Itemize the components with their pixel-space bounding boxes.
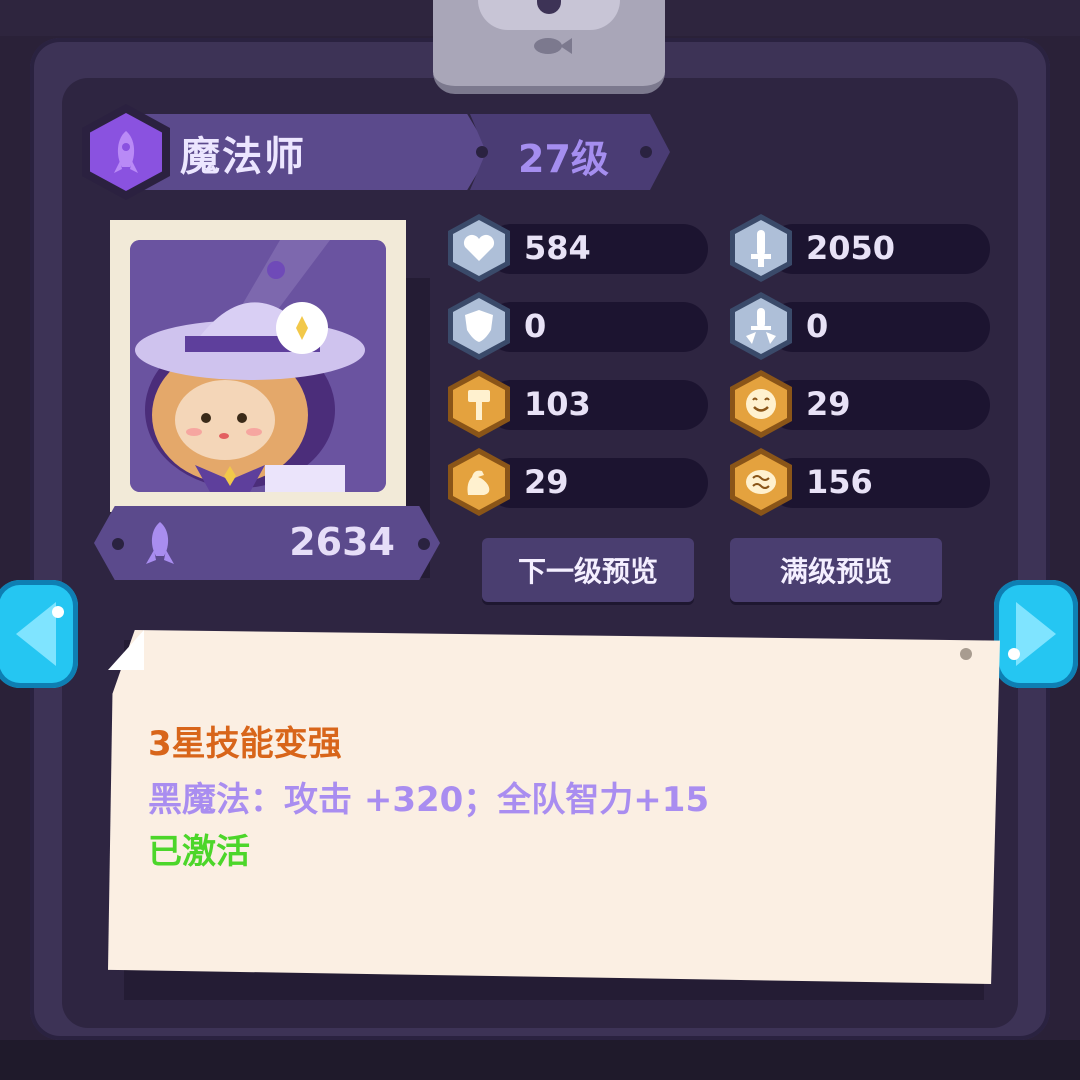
- smile-icon: [735, 376, 787, 432]
- stat-bar: [768, 458, 990, 508]
- mage-character-illustration: [130, 240, 386, 492]
- next-hero-button[interactable]: [994, 580, 1078, 688]
- stat-value: 29: [806, 385, 851, 423]
- skill-title: 3星技能变强: [148, 724, 342, 764]
- banner-dot: [112, 538, 124, 550]
- stat-bar: [486, 458, 708, 508]
- stat-bar: [486, 302, 708, 352]
- stat-value: 103: [524, 385, 591, 423]
- shield-icon: [453, 298, 505, 354]
- skill-description: 黑魔法：攻击 +320；全队智力+15: [148, 780, 710, 820]
- arrow-right-icon: [1008, 602, 1056, 666]
- banner-dot: [640, 146, 652, 158]
- banner-dot: [476, 146, 488, 158]
- stat-bar: [768, 302, 990, 352]
- stat-value: 2050: [806, 229, 896, 267]
- heart-icon: [453, 220, 505, 276]
- stat-value: 29: [524, 463, 569, 501]
- max-level-preview-button[interactable]: 满级预览: [730, 538, 942, 602]
- skill-status: 已激活: [148, 832, 250, 872]
- previous-hero-button[interactable]: [0, 580, 78, 688]
- next-level-preview-button[interactable]: 下一级预览: [482, 538, 694, 602]
- rocket-icon: [146, 522, 174, 564]
- stat-value: 0: [524, 307, 547, 345]
- sword-icon: [735, 220, 787, 276]
- brain-icon: [735, 454, 787, 510]
- hero-class-name: 魔法师: [180, 134, 306, 180]
- arrow-left-icon: [16, 602, 64, 666]
- stat-value: 584: [524, 229, 591, 267]
- stat-value: 0: [806, 307, 829, 345]
- power-value: 2634: [289, 520, 395, 564]
- fish-icon: [534, 38, 572, 54]
- stat-bar: [768, 380, 990, 430]
- note-pin: [960, 648, 972, 660]
- hero-level: 27级: [518, 137, 609, 181]
- stat-bar: [486, 224, 708, 274]
- muscle-icon: [453, 454, 505, 510]
- rocket-icon: [114, 131, 138, 173]
- hero-portrait: [130, 240, 386, 492]
- banner-dot: [418, 538, 430, 550]
- background-bottom-strip: [0, 1040, 1080, 1080]
- stat-bar: [486, 380, 708, 430]
- hammer-icon: [453, 376, 505, 432]
- sword-break-icon: [735, 298, 787, 354]
- stat-value: 156: [806, 463, 873, 501]
